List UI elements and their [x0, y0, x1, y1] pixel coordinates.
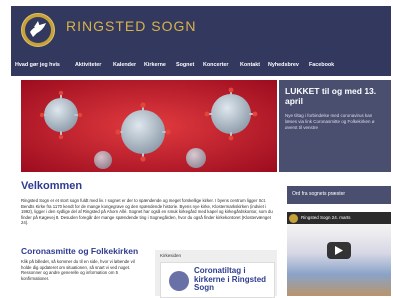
nav-item-koncerter[interactable]: Koncerter	[203, 58, 228, 72]
channel-avatar	[289, 214, 298, 223]
welcome-heading: Velkommen	[21, 180, 83, 192]
promo-label: Kirkesiden	[160, 253, 182, 258]
hero-panel: LUKKET til og med 13. april Nye tiltag i…	[279, 80, 391, 172]
video-player[interactable]: Ringsted Sogn 24. marts	[287, 212, 391, 296]
nav-item-facebook[interactable]: Facebook	[309, 58, 334, 72]
coronavirus-icon	[21, 80, 277, 172]
video-title[interactable]: Ringsted Sogn 24. marts	[301, 215, 389, 220]
nav-item-kirkerne[interactable]: Kirkerne	[144, 58, 166, 72]
promo-headline: Coronatiltag i kirkerne i Ringsted Sogn	[194, 266, 267, 292]
sidebar-bar-label: Ord fra sognets præster	[292, 191, 346, 197]
nav-item-kalender[interactable]: Kalender	[113, 58, 136, 72]
hero-text: Nye tiltag i forbindelse med coronavirus…	[285, 113, 375, 130]
main-nav: Hvad gør jeg hvis Aktiviteter Kalender K…	[11, 58, 391, 72]
dove-icon	[25, 17, 51, 43]
hero-image[interactable]	[21, 80, 277, 172]
dove-icon	[169, 271, 189, 291]
nav-item-aktiviteter[interactable]: Aktiviteter	[75, 58, 101, 72]
site-title[interactable]: RINGSTED SOGN	[66, 18, 196, 34]
sidebar-priests-bar[interactable]: Ord fra sognets præster	[287, 186, 391, 204]
hero-title[interactable]: LUKKET til og med 13. april	[285, 86, 385, 106]
play-button[interactable]	[327, 242, 351, 259]
video-thumbnail	[287, 224, 391, 296]
nav-item-kontakt[interactable]: Kontakt	[240, 58, 260, 72]
church-logo[interactable]	[21, 13, 55, 47]
play-icon	[335, 246, 343, 255]
welcome-text: Ringsted Sogn er et stort sogn fuldt med…	[21, 198, 273, 226]
promo-image[interactable]: Coronatiltag i kirkerne i Ringsted Sogn	[160, 262, 275, 298]
nav-item-nyhedsbrev[interactable]: Nyhedsbrev	[268, 58, 299, 72]
nav-item-hvad-gor-jeg-hvis[interactable]: Hvad gør jeg hvis	[15, 58, 60, 72]
nav-item-sognet[interactable]: Sognet	[176, 58, 194, 72]
corona-text: Klik på billedet, så kommer du til en si…	[21, 259, 135, 281]
site-header: RINGSTED SOGN Hvad gør jeg hvis Aktivite…	[11, 6, 391, 76]
corona-promo[interactable]: Kirkesiden Coronatiltag i kirkerne i Rin…	[155, 250, 277, 298]
corona-heading[interactable]: Coronasmitte og Folkekirken	[21, 246, 138, 256]
